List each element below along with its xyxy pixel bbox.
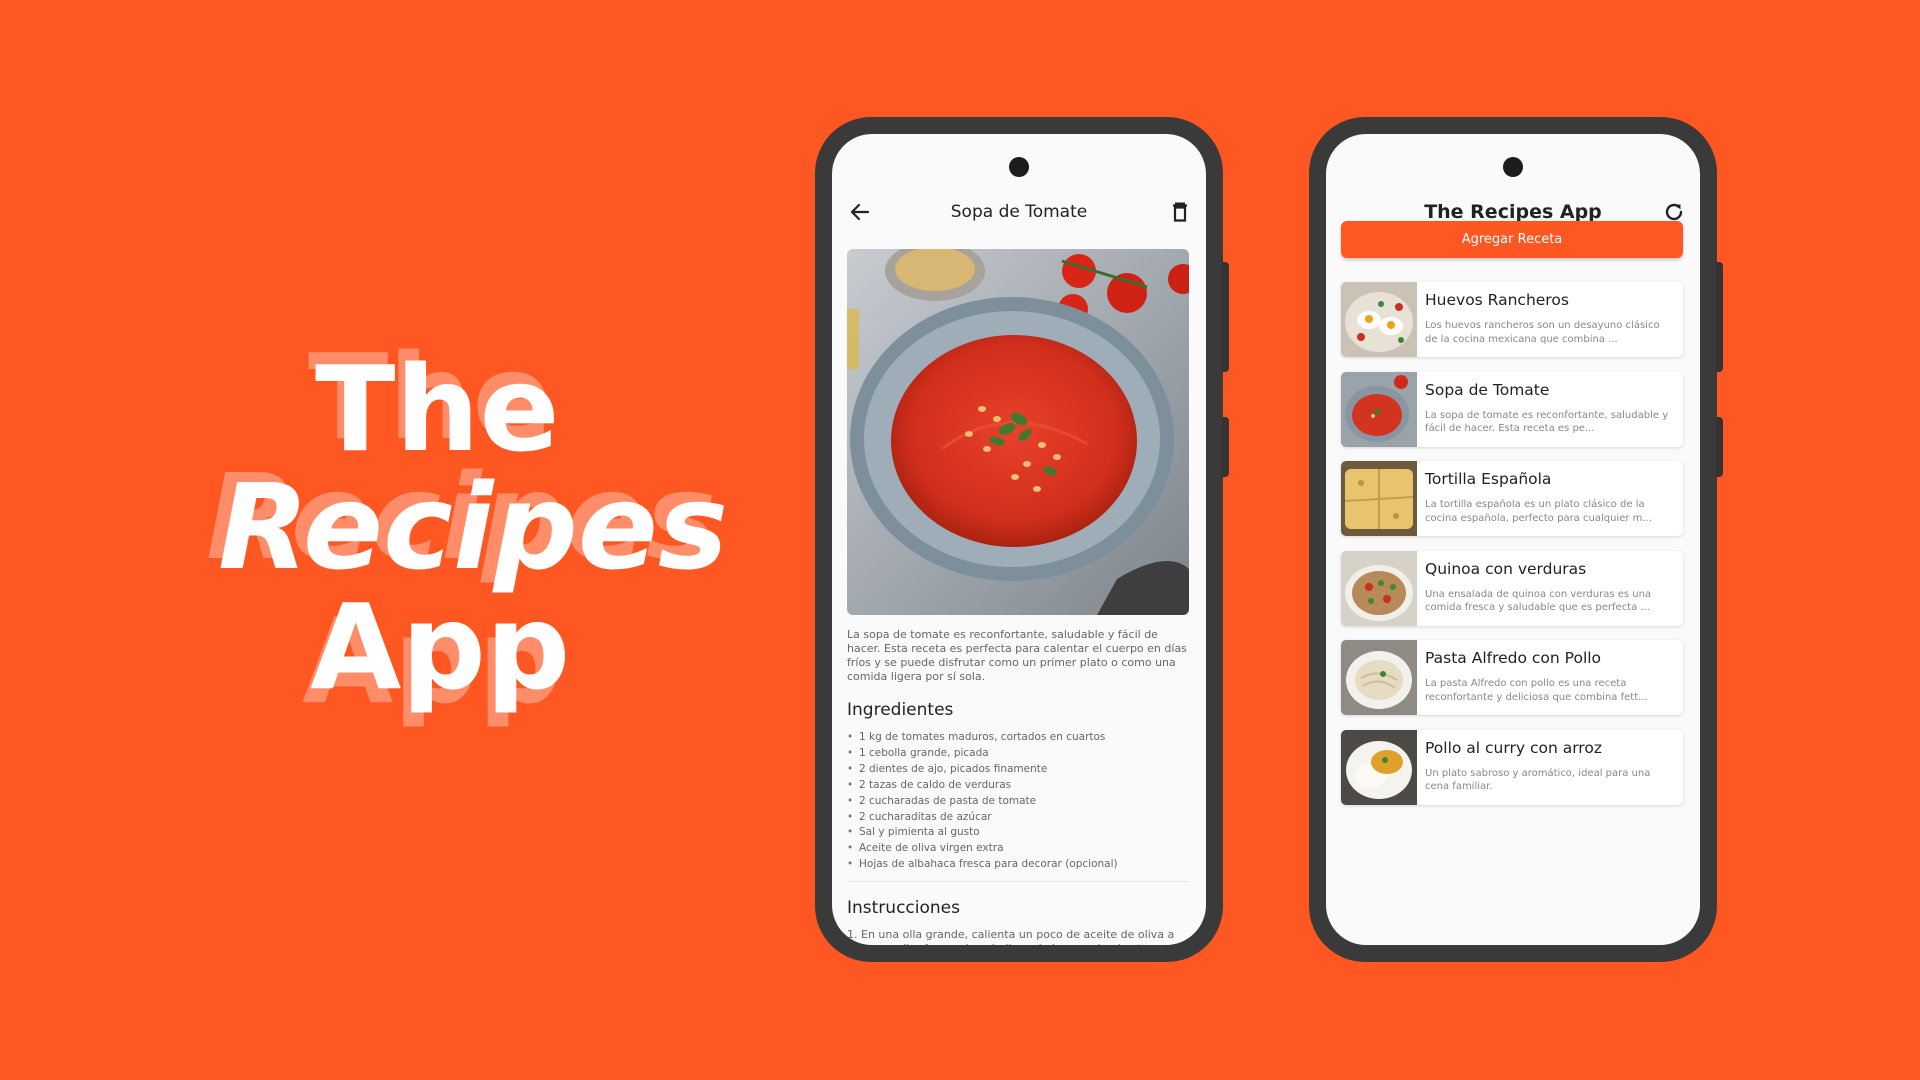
ingredient-item: Hojas de albahaca fresca para decorar (o… — [847, 857, 1189, 873]
sopa-de-tomate-thumbnail — [1341, 371, 1417, 447]
ingredient-item: 1 kg de tomates maduros, cortados en cua… — [847, 730, 1189, 746]
recipe-card-text: Sopa de Tomate La sopa de tomate es reco… — [1417, 372, 1683, 447]
volume-button — [1222, 417, 1229, 477]
recipe-card[interactable]: Pollo al curry con arroz Un plato sabros… — [1341, 729, 1683, 805]
list-screen: The Recipes App Agregar Receta Huevos Ra… — [1326, 134, 1700, 945]
ingredient-item: 2 cucharaditas de azúcar — [847, 810, 1189, 826]
hero-title: The Recipes App The Recipes App — [190, 338, 728, 750]
add-recipe-button[interactable]: Agregar Receta — [1341, 221, 1683, 258]
recipe-summary: La pasta Alfredo con pollo es una receta… — [1425, 678, 1648, 703]
instruction-step: 1. En una olla grande, calienta un poco … — [847, 928, 1175, 945]
ingredients-heading: Ingredientes — [847, 700, 954, 720]
recipe-title: Huevos Rancheros — [1425, 291, 1569, 309]
recipe-summary: La sopa de tomate es reconfortante, salu… — [1425, 409, 1669, 435]
hero-line-2: Recipes — [218, 458, 729, 596]
recipe-card[interactable]: Sopa de Tomate La sopa de tomate es reco… — [1341, 371, 1683, 447]
app-title: The Recipes App — [1424, 201, 1602, 223]
front-camera — [1503, 157, 1523, 177]
tortilla-espanola-thumbnail — [1341, 461, 1417, 536]
recipe-summary: La tortilla española es un plato clásico… — [1425, 499, 1652, 524]
detail-title: Sopa de Tomate — [950, 202, 1088, 222]
detail-screen: Sopa de Tomate La sopa de tomate es reco… — [832, 134, 1206, 945]
recipe-list: Huevos Rancheros Los huevos rancheros so… — [1341, 282, 1683, 819]
recipe-card-text: Pollo al curry con arroz Un plato sabros… — [1417, 730, 1683, 805]
ingredient-item: 2 cucharadas de pasta de tomate — [847, 794, 1189, 810]
huevos-rancheros-thumbnail — [1341, 282, 1417, 357]
recipe-description: La sopa de tomate es reconfortante, salu… — [847, 628, 1187, 683]
recipe-card-text: Huevos Rancheros Los huevos rancheros so… — [1417, 282, 1683, 357]
recipe-title: Tortilla Española — [1425, 470, 1552, 488]
detail-app-bar: Sopa de Tomate — [832, 184, 1206, 240]
ingredient-item: Aceite de oliva virgen extra — [847, 841, 1189, 857]
quinoa-con-verduras-thumbnail — [1341, 550, 1417, 626]
recipe-card[interactable]: Tortilla Española La tortilla española e… — [1341, 461, 1683, 536]
recipe-title: Quinoa con verduras — [1425, 559, 1587, 578]
phone-detail: Sopa de Tomate La sopa de tomate es reco… — [815, 117, 1229, 962]
arrow-left-icon[interactable] — [848, 200, 872, 224]
ingredient-item: 2 dientes de ajo, picados finamente — [847, 762, 1189, 778]
section-divider — [847, 881, 1189, 883]
ingredient-item: 1 cebolla grande, picada — [847, 746, 1189, 762]
pasta-alfredo-con-pollo-thumbnail — [1341, 640, 1417, 715]
recipe-summary: Una ensalada de quinoa con verduras es u… — [1425, 588, 1652, 614]
recipe-card-text: Pasta Alfredo con Pollo La pasta Alfredo… — [1417, 640, 1683, 715]
recipe-card[interactable]: Quinoa con verduras Una ensalada de quin… — [1341, 550, 1683, 626]
hero-line-3: App — [310, 578, 571, 716]
phone-list: The Recipes App Agregar Receta Huevos Ra… — [1309, 117, 1723, 962]
recipe-card-text: Tortilla Española La tortilla española e… — [1417, 461, 1683, 536]
recipe-detail-body: La sopa de tomate es reconfortante, salu… — [847, 628, 1189, 945]
front-camera — [1009, 157, 1029, 177]
ingredient-item: Sal y pimienta al gusto — [847, 825, 1189, 841]
recipe-summary: Los huevos rancheros son un desayuno clá… — [1425, 320, 1660, 345]
power-button — [1222, 262, 1229, 372]
recipe-summary: Un plato sabroso y aromático, ideal para… — [1425, 767, 1651, 793]
recipe-card[interactable]: Pasta Alfredo con Pollo La pasta Alfredo… — [1341, 640, 1683, 715]
ingredients-list: 1 kg de tomates maduros, cortados en cua… — [847, 730, 1189, 873]
power-button — [1716, 262, 1723, 372]
volume-button — [1716, 417, 1723, 477]
hero-line-1: The — [315, 340, 560, 478]
tomato-soup-image — [847, 249, 1189, 615]
recipe-title: Pasta Alfredo con Pollo — [1425, 649, 1602, 667]
recipe-card[interactable]: Huevos Rancheros Los huevos rancheros so… — [1341, 282, 1683, 357]
recipe-title: Pollo al curry con arroz — [1425, 738, 1602, 757]
trash-icon[interactable] — [1168, 200, 1192, 224]
recipe-title: Sopa de Tomate — [1425, 380, 1550, 399]
recipe-card-text: Quinoa con verduras Una ensalada de quin… — [1417, 551, 1683, 626]
pollo-al-curry-thumbnail — [1341, 729, 1417, 805]
ingredient-item: 2 tazas de caldo de verduras — [847, 778, 1189, 794]
instructions-heading: Instrucciones — [847, 898, 960, 919]
